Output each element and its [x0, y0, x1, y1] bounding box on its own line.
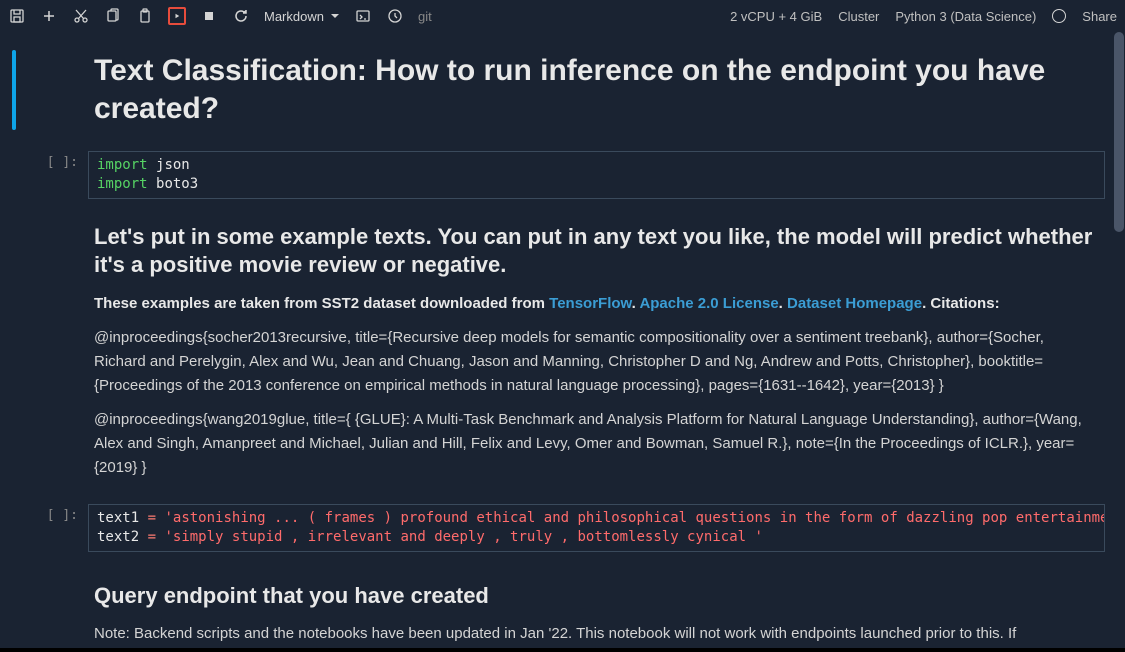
cell-type-label: Markdown	[264, 9, 324, 24]
stop-icon[interactable]	[200, 7, 218, 25]
sources-paragraph: These examples are taken from SST2 datas…	[94, 292, 1095, 316]
markdown-cell-intro[interactable]: Let's put in some example texts. You can…	[0, 203, 1125, 500]
kernel-status[interactable]: Python 3 (Data Science)	[895, 9, 1036, 24]
add-icon[interactable]	[40, 7, 58, 25]
active-cell-indicator	[12, 50, 16, 130]
cut-icon[interactable]	[72, 7, 90, 25]
cell-prompt: [ ]:	[0, 151, 88, 170]
restart-icon[interactable]	[232, 7, 250, 25]
code-cell-1[interactable]: [ ]: import json import boto3	[0, 147, 1125, 203]
code-cell-2[interactable]: [ ]: text1 = 'astonishing ... ( frames )…	[0, 500, 1125, 556]
markdown-cell-title[interactable]: Text Classification: How to run inferenc…	[0, 32, 1125, 147]
kernel-indicator-icon[interactable]	[1052, 9, 1066, 23]
intro-heading: Let's put in some example texts. You can…	[94, 223, 1095, 280]
toolbar-left: Markdown git	[8, 7, 432, 25]
tensorflow-link[interactable]: TensorFlow	[549, 295, 632, 312]
clock-icon[interactable]	[386, 7, 404, 25]
query-heading: Query endpoint that you have created	[94, 582, 1095, 611]
code-editor[interactable]: text1 = 'astonishing ... ( frames ) prof…	[88, 504, 1105, 552]
share-button[interactable]: Share	[1082, 9, 1117, 24]
cell-type-dropdown[interactable]: Markdown	[264, 9, 340, 24]
scrollbar-thumb[interactable]	[1114, 32, 1124, 232]
toolbar: Markdown git 2 vCPU + 4 GiB Cluster Pyth…	[0, 0, 1125, 32]
terminal-icon[interactable]	[354, 7, 372, 25]
toolbar-right: 2 vCPU + 4 GiB Cluster Python 3 (Data Sc…	[730, 9, 1117, 24]
code-editor[interactable]: import json import boto3	[88, 151, 1105, 199]
page-title: Text Classification: How to run inferenc…	[94, 52, 1095, 127]
citation-1: @inproceedings{socher2013recursive, titl…	[94, 326, 1095, 398]
scrollbar[interactable]	[1113, 32, 1125, 652]
bottom-border	[0, 648, 1125, 652]
paste-icon[interactable]	[136, 7, 154, 25]
copy-icon[interactable]	[104, 7, 122, 25]
notebook-content: Text Classification: How to run inferenc…	[0, 32, 1125, 652]
citation-2: @inproceedings{wang2019glue, title={ {GL…	[94, 408, 1095, 480]
license-link[interactable]: Apache 2.0 License	[639, 295, 778, 312]
save-icon[interactable]	[8, 7, 26, 25]
markdown-cell-query[interactable]: Query endpoint that you have created Not…	[0, 556, 1125, 652]
run-icon[interactable]	[168, 7, 186, 25]
cluster-status[interactable]: Cluster	[838, 9, 879, 24]
dataset-link[interactable]: Dataset Homepage	[787, 295, 922, 312]
chevron-down-icon	[330, 11, 340, 21]
git-label[interactable]: git	[418, 9, 432, 24]
resources-status[interactable]: 2 vCPU + 4 GiB	[730, 9, 822, 24]
cell-prompt: [ ]:	[0, 504, 88, 523]
